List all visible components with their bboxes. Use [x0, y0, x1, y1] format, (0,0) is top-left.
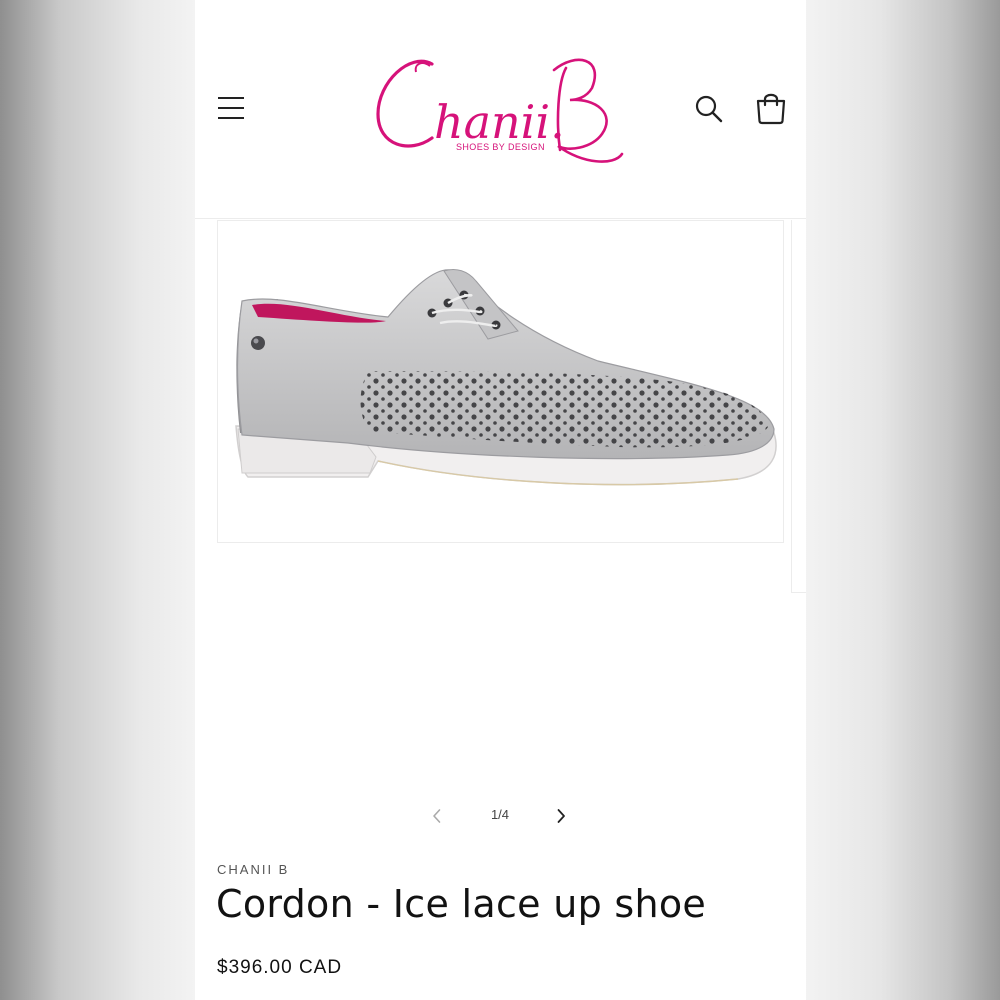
- svg-text:hanii.: hanii.: [434, 95, 565, 149]
- next-slide-edge: [791, 220, 806, 593]
- shopping-bag-icon[interactable]: [755, 91, 787, 125]
- product-price: $396.00 CAD: [217, 957, 343, 978]
- product-image[interactable]: [217, 220, 784, 543]
- product-page: hanii. SHOES BY DESIGN 1/4 CHANII B Cord…: [195, 0, 806, 1000]
- chevron-right-icon[interactable]: [551, 806, 571, 826]
- hamburger-menu-icon[interactable]: [217, 94, 245, 122]
- site-header: hanii. SHOES BY DESIGN: [195, 0, 806, 219]
- chevron-left-icon[interactable]: [427, 806, 447, 826]
- search-icon[interactable]: [694, 94, 724, 124]
- product-vendor: CHANII B: [217, 862, 290, 877]
- slide-counter: 1/4: [490, 807, 510, 822]
- brand-logo[interactable]: hanii. SHOES BY DESIGN: [370, 42, 630, 170]
- product-title: Cordon - Ice lace up shoe: [216, 882, 707, 926]
- gallery-controls: 1/4: [425, 800, 575, 832]
- svg-text:SHOES BY DESIGN: SHOES BY DESIGN: [456, 142, 545, 152]
